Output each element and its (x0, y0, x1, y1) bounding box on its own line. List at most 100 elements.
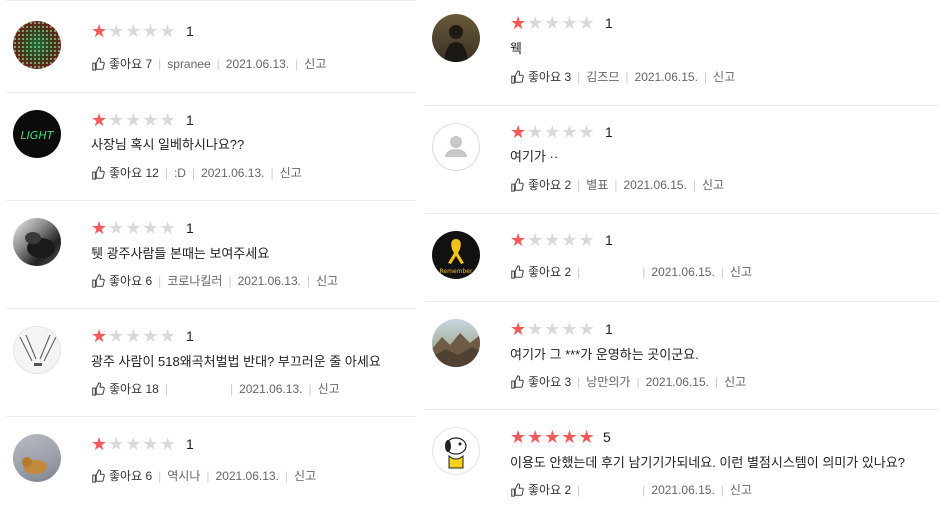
reviewer-name[interactable]: spranee (167, 56, 210, 72)
reviewer-name[interactable]: 낭만의가 (586, 374, 630, 390)
like-button[interactable]: 좋아요 6 (91, 273, 152, 289)
star-rating: ★★★★★ (510, 122, 596, 142)
star-rating: ★★★★★ (510, 230, 596, 250)
svg-text:Remember: Remember (440, 268, 473, 275)
like-button[interactable]: 좋아요 12 (91, 165, 159, 181)
review-date: 2021.06.13. (215, 469, 279, 483)
avatar[interactable] (432, 123, 480, 171)
avatar[interactable]: Remember (432, 231, 480, 279)
thumbs-up-icon (92, 274, 105, 288)
review-text: 사장님 혹시 일베하시나요?? (91, 137, 245, 152)
star-rating: ★★★★★ (91, 110, 177, 130)
thumbs-up-icon (92, 382, 105, 396)
like-count: 좋아요 6 (109, 469, 153, 483)
review-text: 퉷 광주사람들 본때는 보여주세요 (91, 246, 270, 261)
review-meta: 좋아요 2 | | 2021.06.15. | 신고 (510, 264, 752, 280)
star-rating: ★★★★★ (510, 427, 596, 447)
review-item: ★★★★★ 1 좋아요 6 | 역시나 | 2021.06.13. | 신고 (6, 416, 416, 524)
review-item: ★★★★★ 1 광주 사람이 518왜곡처벌법 반대? 부끄러운 줄 아세요 좋… (6, 308, 416, 416)
review-date: 2021.06.13. (201, 166, 265, 180)
avatar[interactable] (13, 218, 61, 266)
review-date: 2021.06.15. (651, 483, 715, 497)
avatar[interactable] (13, 326, 61, 374)
report-link[interactable]: 신고 (702, 177, 724, 193)
star-rating: ★★★★★ (510, 13, 596, 33)
default-user-icon (445, 136, 467, 157)
avatar[interactable] (432, 427, 480, 475)
thumbs-up-icon (511, 70, 524, 84)
thumbs-up-icon (511, 375, 524, 389)
yellow-ribbon-avatar-icon: Remember (440, 239, 473, 275)
report-link[interactable]: 신고 (318, 381, 340, 397)
reviewer-name[interactable]: 별표 (586, 177, 608, 193)
review-item: ★★★★★ 5 이용도 안했는데 후기 남기기가되네요. 이런 별점시스템이 의… (425, 409, 939, 510)
rating-score: 1 (605, 15, 613, 31)
thumbs-up-icon (511, 178, 524, 192)
like-count: 좋아요 2 (528, 178, 572, 192)
neon-light-avatar-icon: LIGHT (21, 129, 55, 142)
like-button[interactable]: 좋아요 18 (91, 381, 159, 397)
like-button[interactable]: 좋아요 2 (510, 177, 571, 193)
rating-score: 1 (186, 23, 194, 39)
report-link[interactable]: 신고 (304, 56, 326, 72)
person-photo-avatar-icon (444, 25, 468, 62)
star-rating: ★★★★★ (91, 434, 177, 454)
review-text: 웩 (510, 41, 522, 56)
photo-avatar-icon (25, 232, 55, 258)
like-button[interactable]: 좋아요 2 (510, 264, 571, 280)
like-button[interactable]: 좋아요 6 (91, 468, 152, 484)
sketch-avatar-icon (19, 334, 57, 366)
report-link[interactable]: 신고 (294, 468, 316, 484)
report-link[interactable]: 신고 (730, 482, 752, 498)
svg-text:LIGHT: LIGHT (21, 129, 55, 142)
thumbs-up-icon (92, 166, 105, 180)
report-link[interactable]: 신고 (724, 374, 746, 390)
avatar[interactable]: LIGHT (13, 110, 61, 158)
review-meta: 좋아요 18 | | 2021.06.13. | 신고 (91, 381, 340, 397)
landscape-painting-avatar-icon (432, 333, 480, 367)
thumbs-up-icon (511, 265, 524, 279)
star-rating: ★★★★★ (91, 21, 177, 41)
review-item: ★★★★★ 1 웩 좋아요 3 | 김즈므 | 2021.06.15. | 신고 (425, 0, 939, 105)
avatar[interactable] (432, 14, 480, 62)
avatar[interactable] (13, 21, 61, 69)
review-date: 2021.06.15. (651, 265, 715, 279)
dog-photo-avatar-icon (22, 457, 47, 474)
reviewer-name[interactable]: 김즈므 (586, 69, 619, 85)
like-button[interactable]: 좋아요 7 (91, 56, 152, 72)
like-button[interactable]: 좋아요 2 (510, 482, 571, 498)
report-link[interactable]: 신고 (280, 165, 302, 181)
review-date: 2021.06.15. (645, 375, 709, 389)
reviewer-name[interactable]: 역시나 (167, 468, 200, 484)
report-link[interactable]: 신고 (316, 273, 338, 289)
review-meta: 좋아요 12 | :D | 2021.06.13. | 신고 (91, 165, 302, 181)
report-link[interactable]: 신고 (730, 264, 752, 280)
review-text: 여기가 ·· (510, 149, 559, 164)
reviewer-name[interactable]: 코로나킬러 (167, 273, 222, 289)
review-item: LIGHT ★★★★★ 1 사장님 혹시 일베하시나요?? 좋아요 12 | :… (6, 92, 416, 200)
review-item: Remember ★★★★★ 1 좋아요 2 | | 2021.06.15. |… (425, 213, 939, 301)
rating-score: 1 (186, 220, 194, 236)
review-item: ★★★★★ 1 퉷 광주사람들 본때는 보여주세요 좋아요 6 | 코로나킬러 … (6, 200, 416, 308)
reviewer-name[interactable]: :D (174, 165, 186, 181)
review-item: ★★★★★ 1 여기가 ·· 좋아요 2 | 별표 | 2021.06.15. … (425, 105, 939, 213)
like-count: 좋아요 2 (528, 483, 572, 497)
review-date: 2021.06.13. (239, 382, 303, 396)
avatar[interactable] (432, 319, 480, 367)
like-button[interactable]: 좋아요 3 (510, 374, 571, 390)
review-meta: 좋아요 6 | 코로나킬러 | 2021.06.13. | 신고 (91, 273, 338, 289)
like-count: 좋아요 3 (528, 375, 572, 389)
thumbs-up-icon (92, 57, 105, 71)
avatar[interactable] (13, 434, 61, 482)
review-text: 여기가 그 ***가 운영하는 곳이군요. (510, 347, 699, 362)
review-column-left: ★★★★★ 1 좋아요 7 | spranee | 2021.06.13. | … (6, 0, 416, 524)
review-date: 2021.06.13. (237, 274, 301, 288)
like-button[interactable]: 좋아요 3 (510, 69, 571, 85)
rating-score: 5 (603, 429, 611, 445)
review-meta: 좋아요 2 | | 2021.06.15. | 신고 (510, 482, 752, 498)
review-date: 2021.06.15. (634, 70, 698, 84)
report-link[interactable]: 신고 (713, 69, 735, 85)
like-count: 좋아요 6 (109, 274, 153, 288)
rating-score: 1 (605, 321, 613, 337)
review-text: 이용도 안했는데 후기 남기기가되네요. 이런 별점시스템이 의미가 있나요? (510, 455, 905, 470)
